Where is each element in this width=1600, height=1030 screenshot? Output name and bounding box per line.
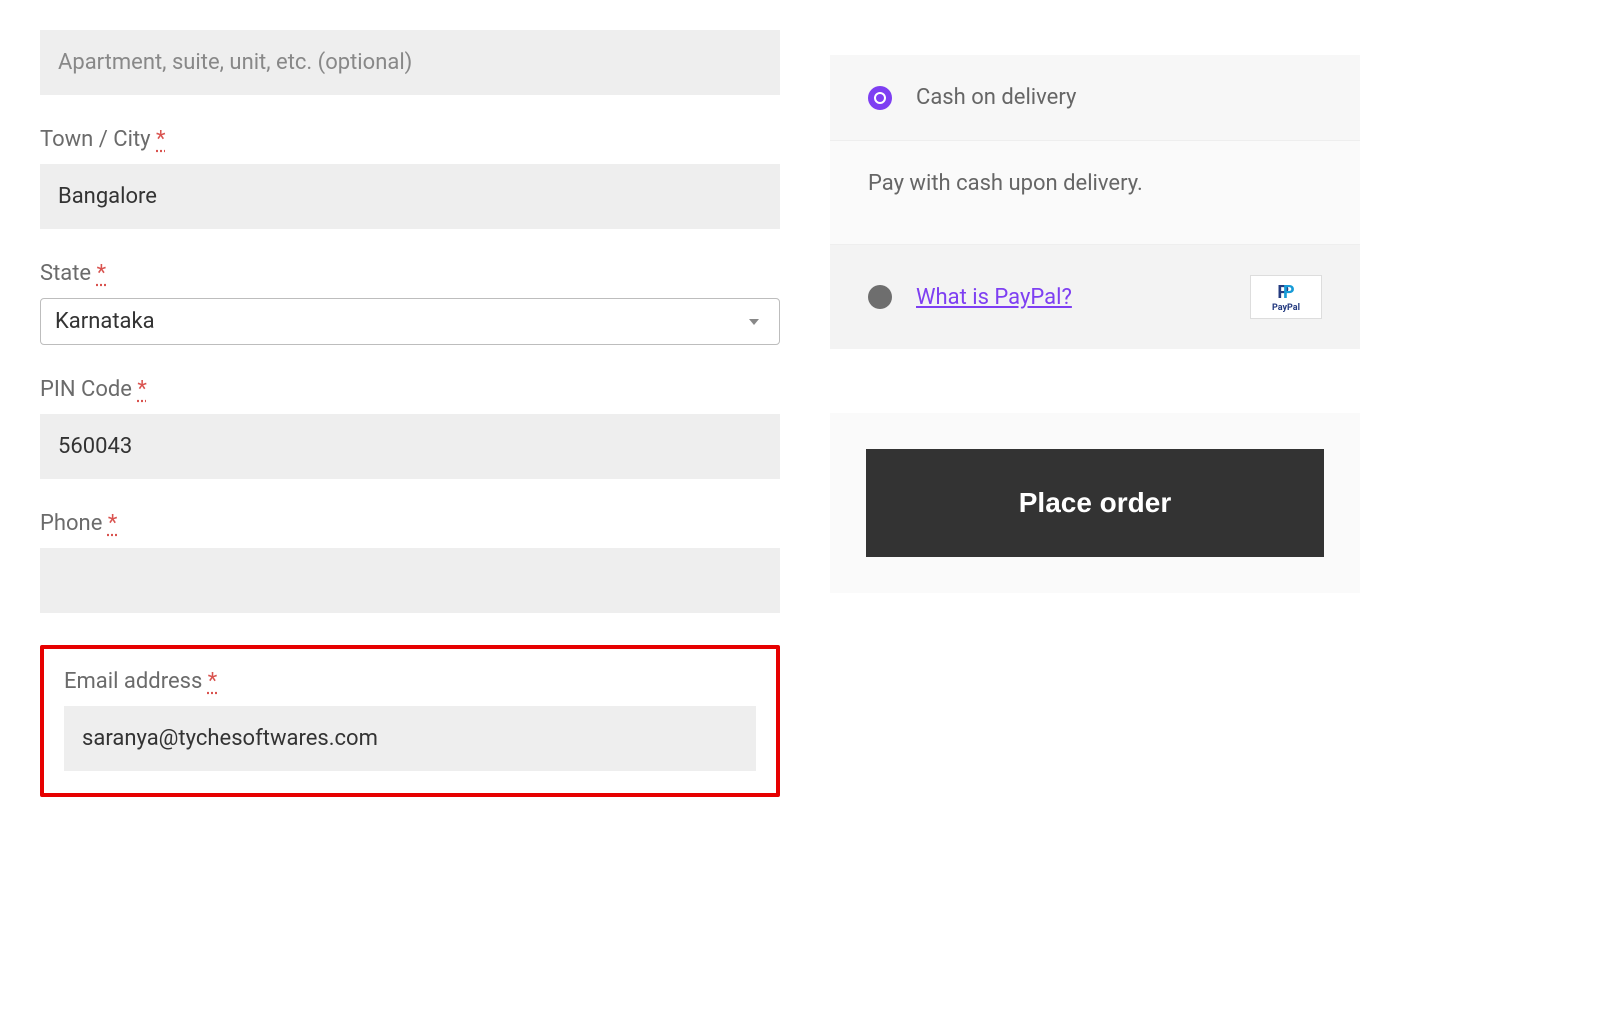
payment-methods: Cash on delivery Pay with cash upon deli… <box>830 55 1360 349</box>
pin-label-text: PIN Code <box>40 377 132 402</box>
pin-group: PIN Code * <box>40 377 780 479</box>
email-highlight-box: Email address * <box>40 645 780 797</box>
place-order-wrap: Place order <box>830 413 1360 593</box>
city-group: Town / City * <box>40 127 780 229</box>
radio-selected-icon <box>868 86 892 110</box>
pin-input[interactable] <box>40 414 780 479</box>
paypal-logo-icon: PP PayPal <box>1250 275 1322 319</box>
phone-input[interactable] <box>40 548 780 613</box>
email-input[interactable] <box>64 706 756 771</box>
state-select-value: Karnataka <box>55 309 155 334</box>
required-mark: * <box>208 669 217 694</box>
cod-description: Pay with cash upon delivery. <box>830 141 1360 245</box>
city-input[interactable] <box>40 164 780 229</box>
state-group: State * Karnataka <box>40 261 780 345</box>
cod-label: Cash on delivery <box>916 85 1076 110</box>
state-select[interactable]: Karnataka <box>40 298 780 345</box>
required-mark: * <box>137 377 146 402</box>
required-mark: * <box>97 261 106 286</box>
apartment-input[interactable] <box>40 30 780 95</box>
radio-unselected-icon <box>868 285 892 309</box>
payment-option-paypal[interactable]: What is PayPal? PP PayPal <box>830 245 1360 349</box>
place-order-button[interactable]: Place order <box>866 449 1324 557</box>
phone-label: Phone * <box>40 511 780 536</box>
billing-form: Town / City * State * Karnataka PIN Code… <box>40 30 780 797</box>
phone-label-text: Phone <box>40 511 102 536</box>
city-label-text: Town / City <box>40 127 151 152</box>
chevron-down-icon <box>749 319 759 325</box>
email-group: Email address * <box>64 669 756 771</box>
paypal-badge-text: PayPal <box>1272 303 1300 313</box>
apartment-group <box>40 30 780 95</box>
payment-option-cod[interactable]: Cash on delivery <box>830 55 1360 141</box>
email-label: Email address * <box>64 669 756 694</box>
order-sidebar: Cash on delivery Pay with cash upon deli… <box>830 30 1360 797</box>
phone-group: Phone * <box>40 511 780 613</box>
state-label: State * <box>40 261 780 286</box>
email-label-text: Email address <box>64 669 202 694</box>
required-mark: * <box>108 511 117 536</box>
state-label-text: State <box>40 261 91 286</box>
paypal-help-link[interactable]: What is PayPal? <box>916 285 1072 310</box>
pin-label: PIN Code * <box>40 377 780 402</box>
required-mark: * <box>156 127 165 152</box>
city-label: Town / City * <box>40 127 780 152</box>
